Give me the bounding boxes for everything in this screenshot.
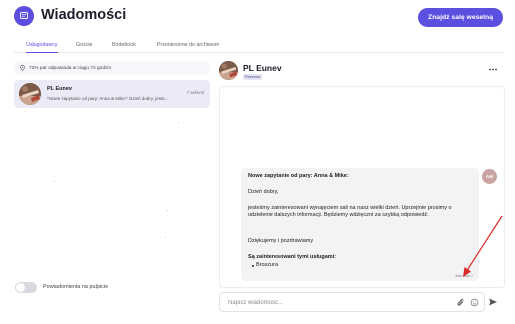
find-venue-button[interactable]: Znajdź salę weselną: [418, 8, 503, 27]
list-artifact: [167, 210, 169, 212]
emoji-icon[interactable]: [470, 298, 479, 307]
conversation-preview: *Nowe zapytanie od pary: Anna & Mike:* D…: [47, 96, 169, 101]
more-options-icon[interactable]: [489, 66, 497, 72]
list-artifact: [178, 122, 180, 124]
message-composer: [219, 292, 485, 312]
chat-avatar: [219, 61, 238, 80]
annotation-arrow-icon: [463, 215, 503, 277]
desktop-notifications-toggle[interactable]: [15, 282, 37, 293]
tab-bridebook[interactable]: Bridebook: [112, 41, 136, 53]
list-artifact: [165, 237, 167, 239]
chat-title: PL Eunev: [243, 63, 282, 73]
tab-bar: Usługodawcy Goście Bridebook Przeniesion…: [14, 41, 504, 53]
location-pin-icon: [20, 65, 25, 71]
conversation-time: 7 sekund: [186, 90, 204, 95]
toggle-knob: [16, 283, 25, 292]
venue-avatar: [19, 83, 41, 105]
sender-avatar: AM: [482, 169, 497, 184]
services-heading: Są zainteresowani tymi usługami:: [248, 254, 337, 260]
message-heading: Nowe zapytanie od pary: Anna & Mike:: [248, 173, 349, 179]
response-rate-banner: 72% par odpowiada w ciągu 72 godzin: [14, 61, 210, 75]
conversation-name: PL Eunev: [47, 86, 72, 92]
message-body-line: udzielenie dalszych informacji. Będziemy…: [248, 212, 429, 218]
page-title: Wiadomości: [41, 7, 127, 23]
tab-guests[interactable]: Goście: [76, 41, 93, 53]
message-input[interactable]: [228, 297, 428, 308]
bullet-icon: [252, 265, 254, 267]
message-body-line: jesteśmy zainteresowani wynajęciem sali …: [248, 205, 452, 211]
service-item: Broszura: [256, 262, 279, 268]
message-closing: Dziękujemy i pozdrawiamy: [248, 238, 314, 244]
message-greeting: Dzień dobry,: [248, 189, 279, 195]
response-rate-text: 72% par odpowiada w ciągu 72 godzin: [29, 65, 112, 71]
page-header: Wiadomości Znajdź salę weselną: [14, 6, 504, 34]
status-badge: Rezerwa: [243, 74, 262, 80]
paperclip-icon[interactable]: [456, 298, 465, 307]
chat-icon: [14, 6, 34, 26]
tab-suppliers[interactable]: Usługodawcy: [26, 41, 58, 53]
conversation-item[interactable]: PL Eunev 7 sekund *Nowe zapytanie od par…: [14, 80, 210, 108]
desktop-notifications-label: Powiadomienia na pulpicie: [43, 284, 109, 290]
list-artifact: [54, 181, 56, 183]
message-bubble: Nowe zapytanie od pary: Anna & Mike: Dzi…: [241, 168, 479, 281]
tab-archived[interactable]: Przeniesione do archiwum: [157, 41, 219, 53]
send-icon[interactable]: [488, 297, 498, 307]
